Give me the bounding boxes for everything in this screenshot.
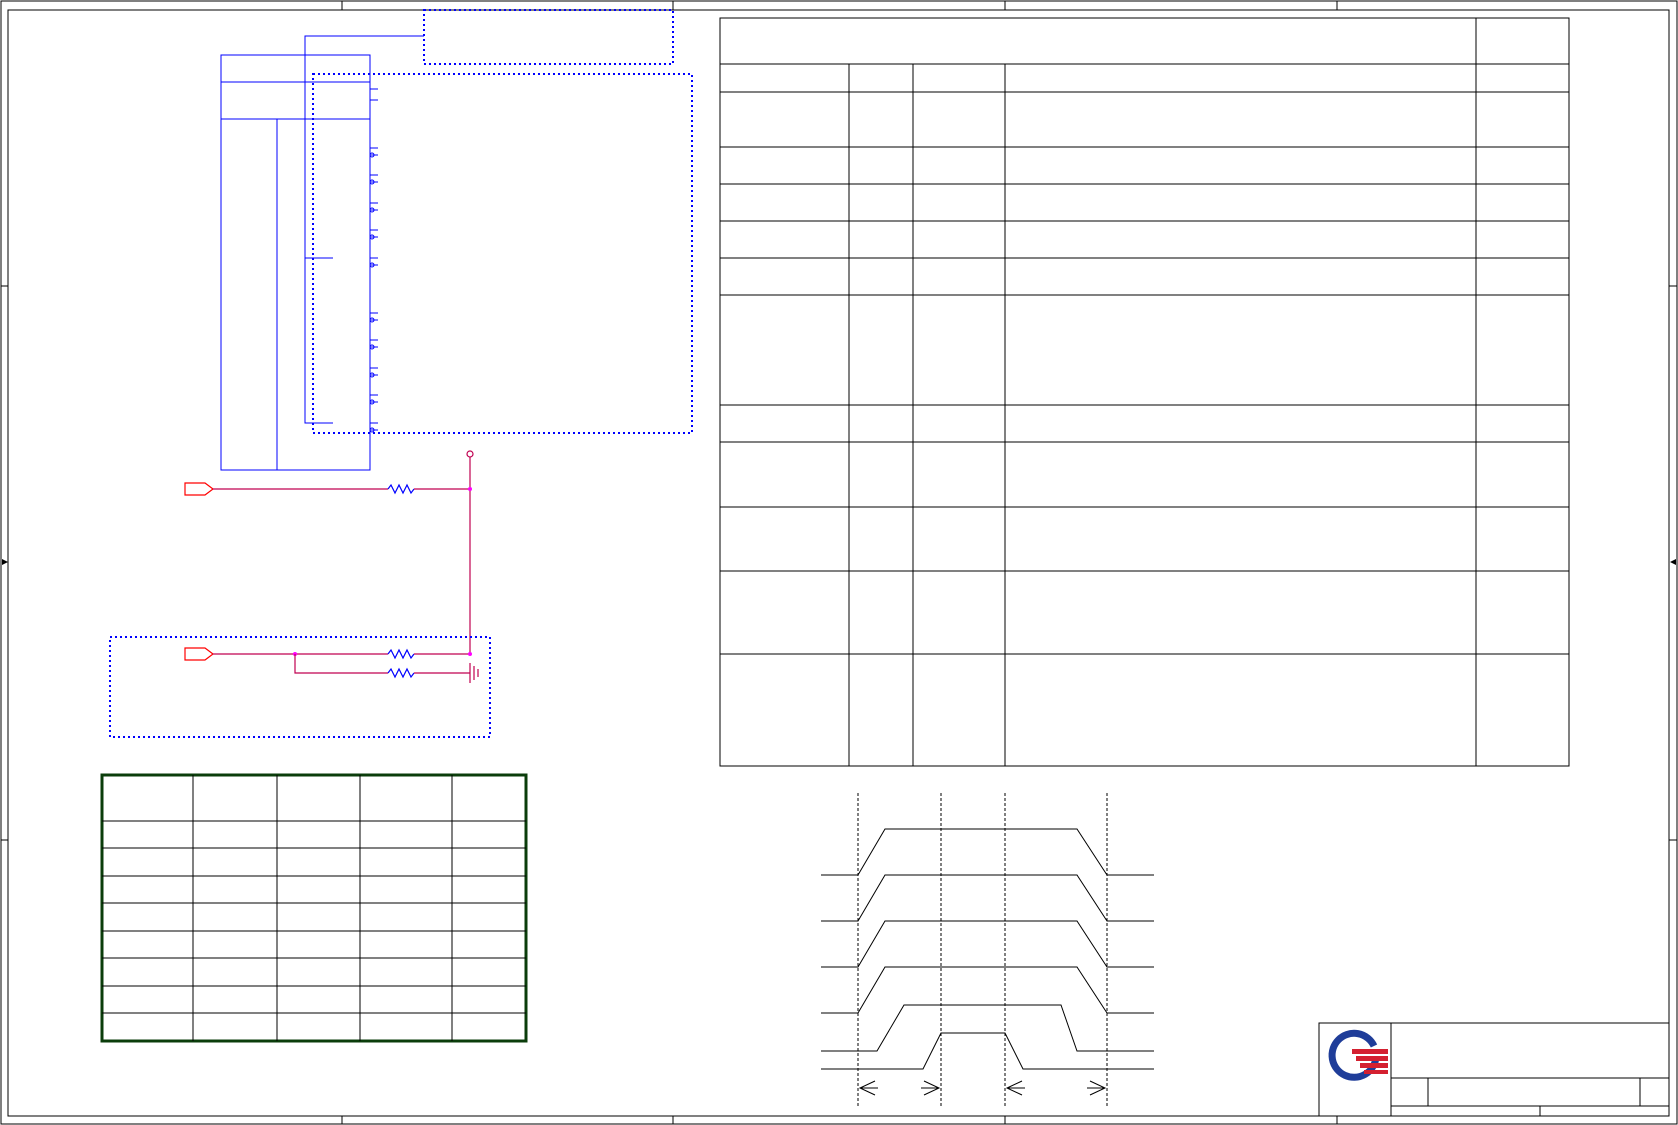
- company-logo-icon: [1328, 1029, 1388, 1081]
- timing-diagram: [821, 793, 1154, 1107]
- junction-dot: [468, 487, 472, 491]
- resistor-icon: [387, 648, 415, 660]
- outer-border: [0, 0, 1678, 1125]
- power-pin-icon: [466, 450, 474, 458]
- dotted-box-lower: [109, 636, 491, 738]
- offpage-connector-icon: [184, 482, 214, 496]
- timing-waveforms: [821, 828, 1154, 1070]
- gpio-table: [100, 773, 528, 1043]
- net-1: [184, 482, 472, 496]
- timing-arrows: [858, 1080, 1107, 1096]
- zone-ticks: [1, 1, 1677, 1124]
- offpage-connector-icon: [184, 647, 214, 661]
- gpio-table-lines: [102, 775, 526, 1041]
- bus-wire-top: [304, 35, 424, 424]
- timing-markers: [857, 793, 1108, 1107]
- net-2: [184, 647, 479, 683]
- resistor-icon: [387, 483, 415, 495]
- ic-symbol: [220, 54, 371, 471]
- ground-icon: [469, 663, 479, 683]
- inner-border: [7, 9, 1670, 1117]
- zone-arrows: [2, 559, 1676, 565]
- ic-pins: [369, 88, 378, 433]
- dotted-box-top: [423, 9, 674, 65]
- register-table-rows: [720, 91, 1569, 655]
- schematic-sheet: [0, 0, 1678, 1125]
- resistor-icon: [387, 667, 415, 679]
